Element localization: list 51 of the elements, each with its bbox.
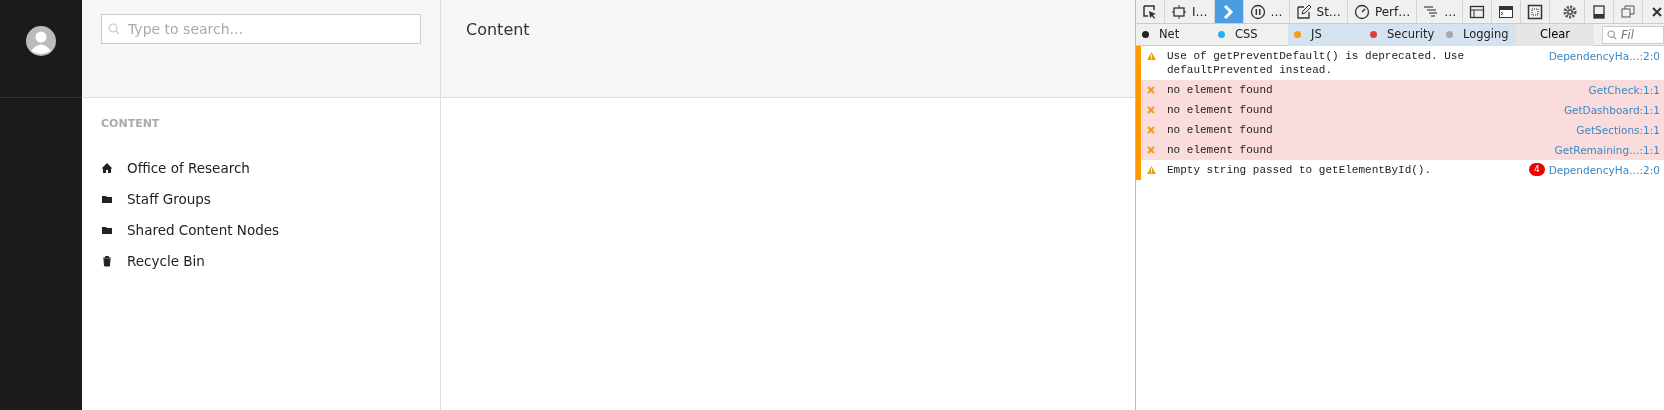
layout-icon: [1469, 3, 1486, 20]
window-icon: [1620, 3, 1637, 20]
dock-icon: [1591, 3, 1608, 20]
source-link[interactable]: DependencyHa…:2:0: [1548, 163, 1660, 177]
console-message: Use of getPreventDefault() is deprecated. Use defaultPrevented instead.: [1167, 49, 1466, 77]
screenshot-icon: [1527, 3, 1544, 20]
error-icon: [1147, 126, 1155, 134]
source-link[interactable]: DependencyHa…:2:0: [1548, 49, 1660, 77]
devtools-tab[interactable]: St…: [1289, 0, 1348, 23]
console-message: no element found: [1167, 143, 1274, 157]
page-title: Content: [466, 20, 530, 39]
console-message: Empty string passed to getElementById().: [1167, 163, 1433, 177]
devtools-tab[interactable]: …: [1417, 0, 1464, 23]
console-message: no element found: [1167, 123, 1274, 137]
devtools-tab[interactable]: I…: [1165, 0, 1215, 23]
trash-icon: [101, 255, 113, 267]
section-heading: CONTENT: [101, 116, 161, 132]
warning-icon: [1147, 52, 1156, 60]
filter-button[interactable]: JS: [1288, 23, 1364, 46]
folder-icon: [101, 193, 113, 205]
terminal-icon: [1498, 3, 1515, 20]
filter-button[interactable]: Net: [1136, 23, 1212, 46]
home-icon: [101, 162, 113, 174]
error-icon: [1147, 146, 1155, 154]
devtools-tab[interactable]: Perf…: [1347, 0, 1418, 23]
error-icon: [1147, 106, 1155, 114]
filter-field[interactable]: Fil: [1602, 25, 1664, 44]
tree-item[interactable]: Shared Content Nodes: [127, 219, 280, 241]
error-icon: [1147, 86, 1155, 94]
picker-icon: [1142, 3, 1158, 20]
filter-button[interactable]: Logging: [1440, 23, 1516, 46]
count-badge: 4: [1528, 163, 1545, 176]
clear-button[interactable]: Clear: [1516, 23, 1594, 46]
warning-icon: [1147, 166, 1156, 174]
pause-icon: [1249, 3, 1266, 20]
waterfall-icon: [1423, 3, 1440, 20]
gauge-icon: [1353, 3, 1370, 20]
search-field[interactable]: Type to search...: [101, 14, 421, 44]
devtools-tab[interactable]: …: [1243, 0, 1290, 23]
tree-item[interactable]: Recycle Bin: [127, 250, 205, 272]
tree-item[interactable]: Staff Groups: [127, 188, 211, 210]
console-message: no element found: [1167, 103, 1274, 117]
settings-icon: [1562, 3, 1579, 20]
filter-button[interactable]: CSS: [1212, 23, 1288, 46]
tree-item[interactable]: Office of Research: [127, 157, 250, 179]
console-message: no element found: [1167, 83, 1274, 97]
inspector-icon: [1171, 3, 1187, 20]
pencil-icon: [1295, 3, 1312, 20]
filter-button[interactable]: Security: [1364, 23, 1440, 46]
folder-icon: [101, 224, 113, 236]
avatar-icon[interactable]: [26, 26, 56, 56]
